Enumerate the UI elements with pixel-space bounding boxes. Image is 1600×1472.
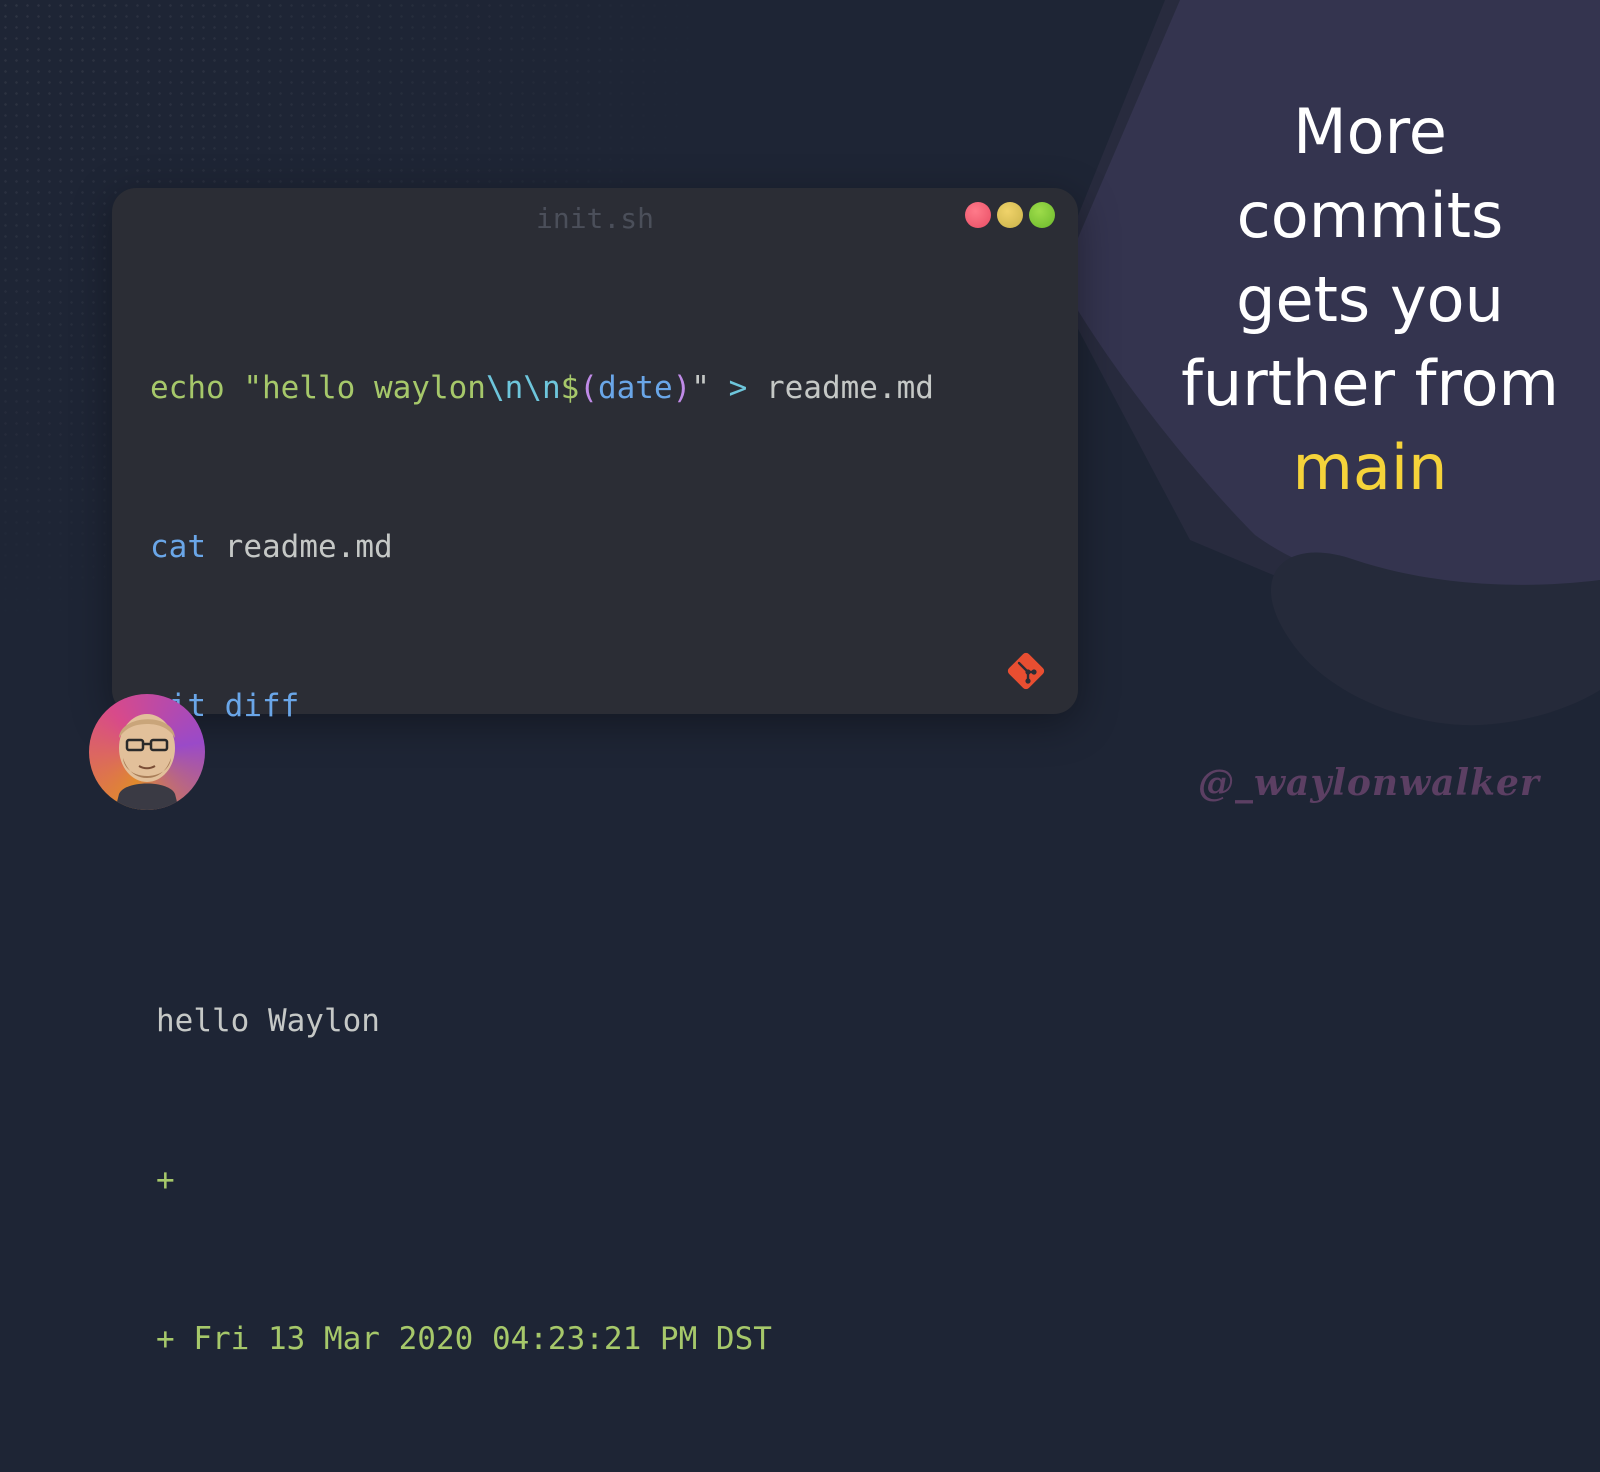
headline-line: further from xyxy=(1181,347,1559,420)
headline-line: commits xyxy=(1236,179,1504,252)
headline: More commits gets you further from main xyxy=(1140,90,1600,510)
headline-line: More xyxy=(1293,95,1447,168)
output-line: + Fri 13 Mar 2020 04:23:21 PM DST xyxy=(156,1321,772,1357)
code-redirect: > xyxy=(728,370,748,406)
code-command: cat xyxy=(150,529,206,565)
code-block: echo "hello waylon\n\n$(date)" > readme.… xyxy=(150,256,934,1472)
code-line: echo "hello waylon\n\n$(date)" > readme.… xyxy=(150,362,934,415)
maximize-dot-icon xyxy=(1029,202,1055,228)
code-window: init.sh echo "hello waylon\n\n$(date)" >… xyxy=(112,188,1078,1357)
headline-line: gets you xyxy=(1236,263,1504,336)
code-variable: date xyxy=(597,370,673,406)
code-paren-open: ( xyxy=(579,370,598,406)
code-line: git diff xyxy=(150,680,934,733)
author-handle: @_waylonwalker xyxy=(1198,762,1540,804)
code-string: "hello waylon xyxy=(243,370,486,406)
code-command: echo xyxy=(150,370,225,406)
code-target: readme.md xyxy=(765,370,934,406)
output-line: + xyxy=(156,1162,175,1198)
code-escape: \n\n xyxy=(485,370,561,406)
code-dollar: $ xyxy=(560,370,580,406)
git-icon xyxy=(1007,652,1045,690)
close-dot-icon xyxy=(965,202,991,228)
code-paren-close: ) xyxy=(672,370,692,406)
code-argument: readme.md xyxy=(224,529,393,565)
window-title: init.sh xyxy=(535,202,654,235)
output-line: hello Waylon xyxy=(156,1003,380,1039)
headline-highlight: main xyxy=(1292,431,1448,504)
minimize-dot-icon xyxy=(997,202,1023,228)
avatar-face-icon xyxy=(115,714,179,810)
avatar xyxy=(89,694,205,810)
code-string-close: " xyxy=(691,370,710,406)
code-line: cat readme.md xyxy=(150,521,934,574)
window-controls xyxy=(965,202,1055,228)
